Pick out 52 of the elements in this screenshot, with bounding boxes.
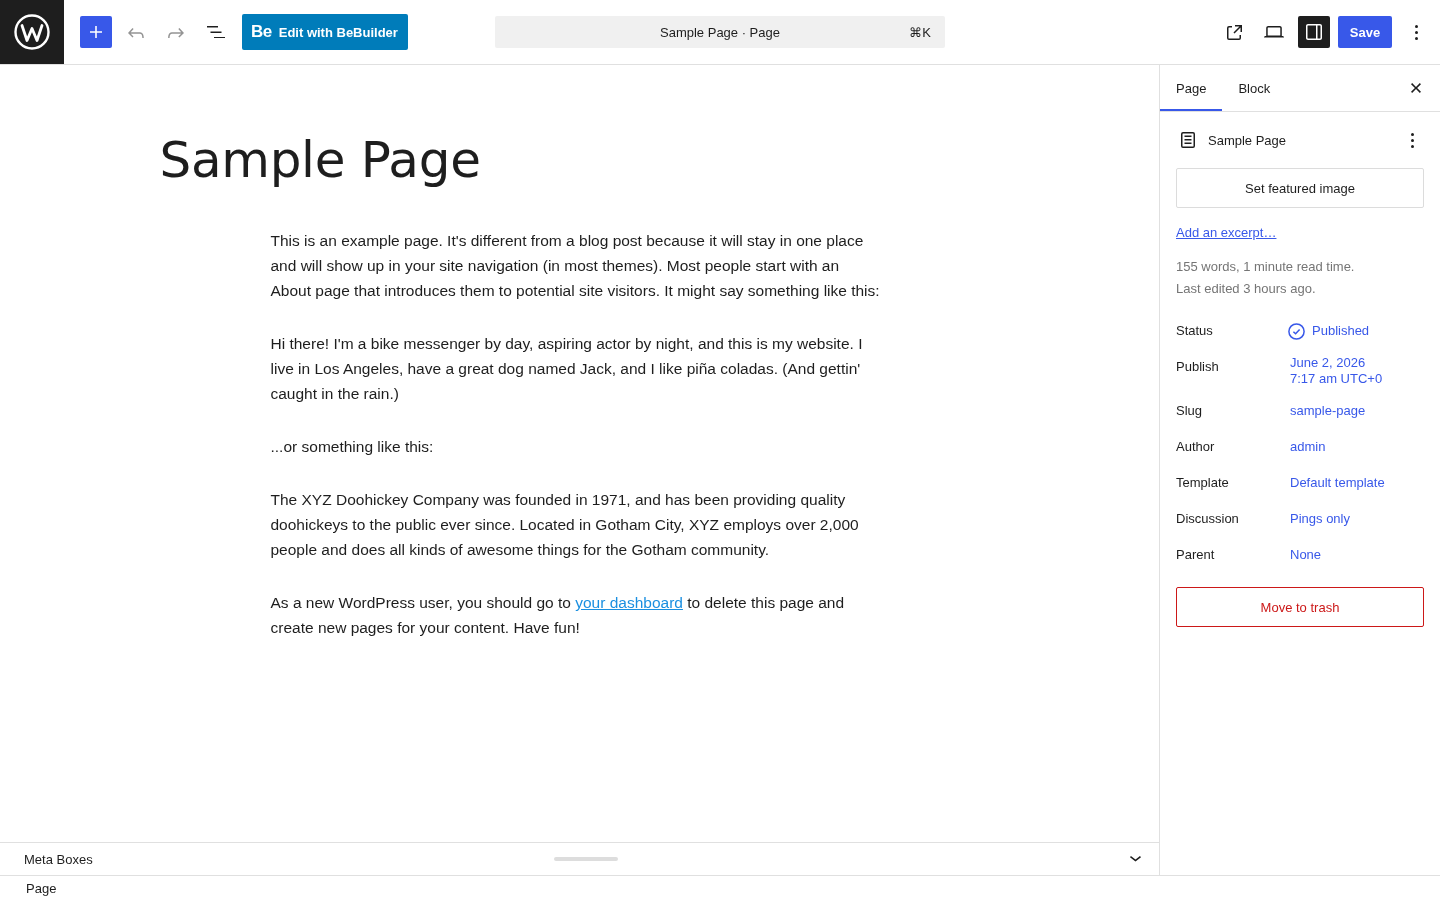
check-circle-icon — [1288, 322, 1305, 340]
sidebar-tab[interactable]: Page — [1160, 65, 1223, 111]
add-block-button[interactable] — [80, 16, 112, 48]
list-view-icon — [207, 25, 225, 39]
text-link[interactable]: your dashboard — [575, 594, 683, 611]
field-label: Slug — [1176, 402, 1204, 420]
field-label: Author — [1176, 438, 1216, 456]
breadcrumb-button[interactable]: Page — [16, 876, 67, 900]
page-title: Sample Page — [159, 130, 482, 190]
sidebar-panel-icon — [1306, 24, 1322, 40]
field-value-button[interactable]: None — [1290, 543, 1322, 567]
field-label: Discussion — [1176, 510, 1240, 528]
set-featured-image-button[interactable]: Set featured image — [1176, 168, 1424, 208]
plus-icon — [90, 26, 102, 38]
paragraph: This is an example page. It's different from a blog post because it will stay in one place and will show up in your site navigation (in most themes). Most people start with an About page that introduces them to potential site visitors. It might say something like this: — [270, 231, 881, 301]
undo-icon — [128, 26, 144, 38]
field-label: Status — [1176, 322, 1214, 340]
status-value-button[interactable]: Published — [1288, 319, 1370, 343]
keyboard-shortcut: ⌘K — [909, 24, 931, 40]
save-button[interactable]: Save — [1338, 16, 1392, 48]
paragraph: As a new WordPress user, you should go to your dashboard to delete this page and create new pages for your content. Have fun! — [270, 593, 846, 638]
sidebar-tab[interactable]: Block — [1222, 65, 1287, 111]
command-bar[interactable]: Sample Page · Page ⌘K — [495, 16, 945, 48]
field-label: Parent — [1176, 546, 1216, 564]
more-options-icon — [1410, 132, 1414, 148]
field-label: Template — [1176, 474, 1230, 492]
close-icon — [1411, 83, 1421, 93]
paragraph: The XYZ Doohickey Company was founded in 1971, and has been providing quality doohickeys to the public ever since. Located in Gotham City, XYZ employs over 2,000 people and does all kinds of awesome things for the Gotham community. — [270, 490, 860, 560]
paragraph: ...or something like this: — [270, 437, 435, 457]
add-excerpt-link[interactable]: Add an excerpt… — [1176, 224, 1277, 242]
info-text: 155 words, 1 minute read time. — [1176, 258, 1356, 276]
move-to-trash-button[interactable]: Move to trash — [1176, 587, 1424, 627]
field-value-button[interactable]: Pings only — [1290, 507, 1350, 531]
page-icon — [1181, 132, 1195, 148]
edit-with-builder-button[interactable]: Be Edit with BeBuilder — [242, 14, 408, 50]
logo-icon — [14, 14, 50, 50]
page-summary-title: Sample Page — [1208, 132, 1287, 148]
publish-date-button[interactable]: June 2, 2026 7:17 am UTC+0 — [1290, 355, 1383, 387]
field-value-button[interactable]: sample-page — [1290, 399, 1366, 423]
paragraph: Hi there! I'm a bike messenger by day, aspiring actor by night, and this is my website. I live in Los Angeles, have a great dog named Jack, and I like piña coladas. (And gettin' caught in the rain.) — [270, 334, 864, 404]
redo-icon — [168, 26, 184, 38]
logo-button[interactable] — [0, 0, 64, 64]
external-link-icon — [1226, 24, 1242, 40]
field-label: Publish — [1176, 358, 1220, 376]
info-text: Last edited 3 hours ago. — [1176, 280, 1317, 298]
resize-handle[interactable] — [553, 857, 618, 861]
field-value-button[interactable]: Default template — [1290, 471, 1385, 495]
settings-toggle-button[interactable] — [1298, 16, 1330, 48]
laptop-icon — [1264, 26, 1284, 38]
meta-boxes-label: Meta Boxes — [24, 851, 93, 867]
more-options-icon — [1414, 24, 1418, 40]
field-value-button[interactable]: admin — [1290, 435, 1326, 459]
